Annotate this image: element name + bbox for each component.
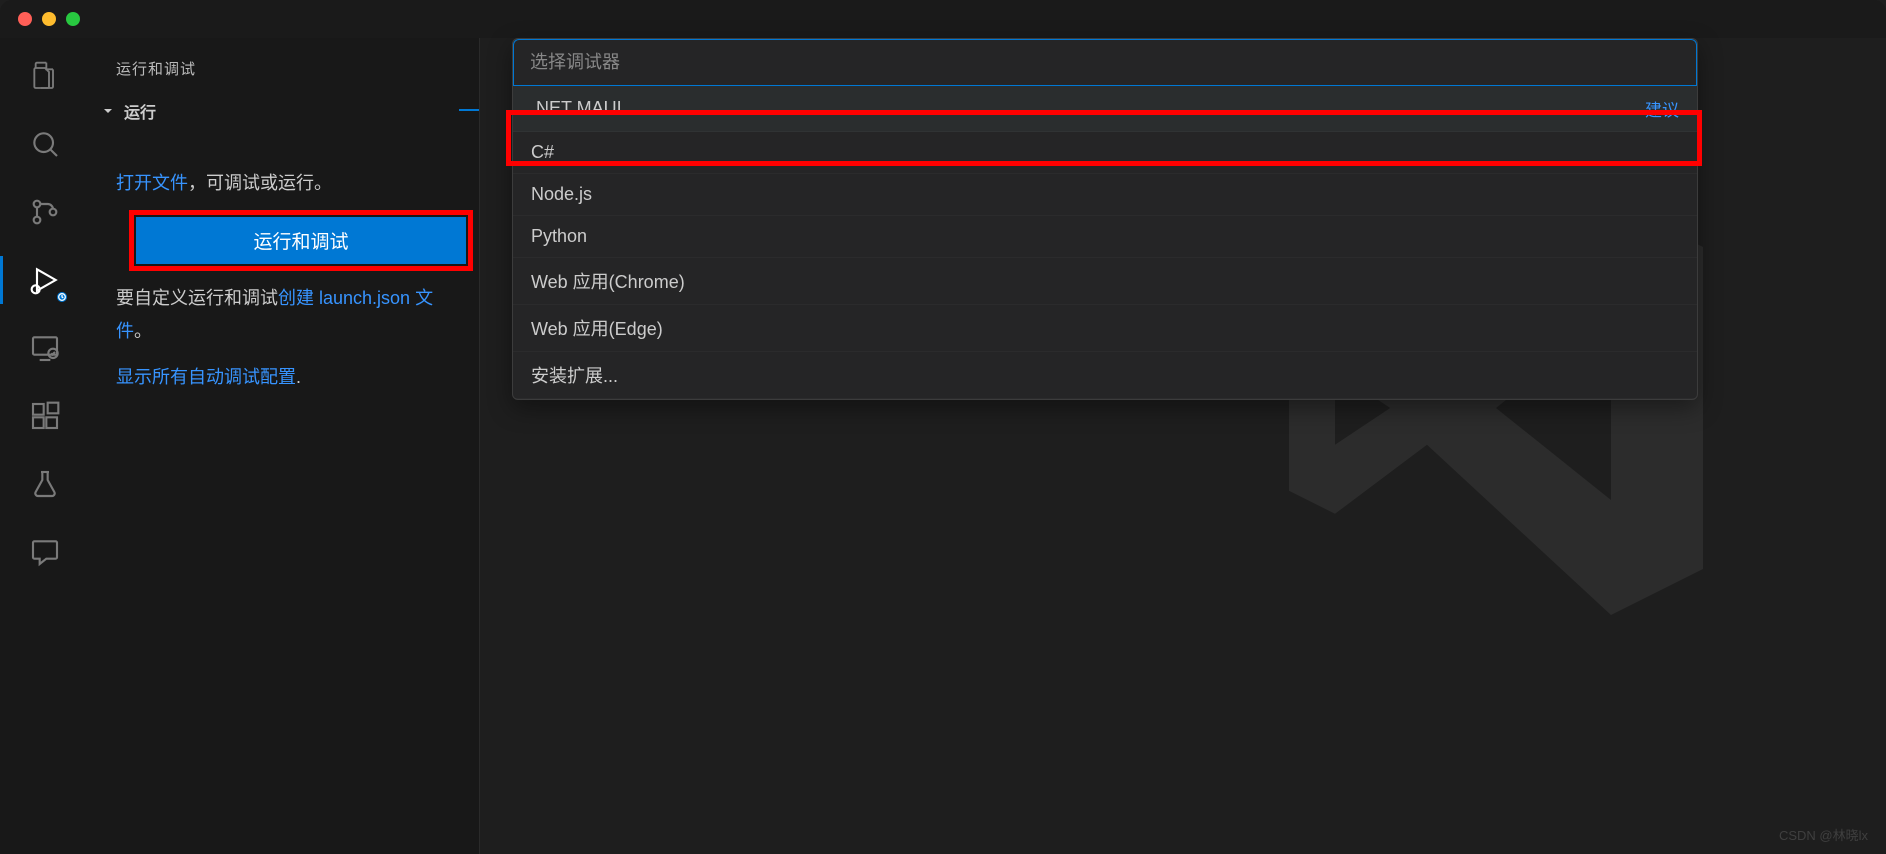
debugger-quick-picker: .NET MAUI 建议 C# Node.js Python Web 应用(Ch… <box>512 38 1698 400</box>
picker-item-net-maui[interactable]: .NET MAUI 建议 <box>513 86 1697 132</box>
testing-icon[interactable] <box>27 466 63 502</box>
show-all-period: . <box>296 367 301 387</box>
picker-item-label: .NET MAUI <box>531 98 622 119</box>
debugger-picker-list: .NET MAUI 建议 C# Node.js Python Web 应用(Ch… <box>513 86 1697 399</box>
customize-paragraph: 要自定义运行和调试创建 launch.json 文件。 <box>116 282 453 347</box>
picker-item-label: 安装扩展... <box>531 362 618 388</box>
titlebar <box>0 0 1886 38</box>
extensions-icon[interactable] <box>27 398 63 434</box>
customize-prefix: 要自定义运行和调试 <box>116 288 278 308</box>
search-icon[interactable] <box>27 126 63 162</box>
activity-bar <box>0 38 90 854</box>
picker-item-label: Web 应用(Edge) <box>531 315 663 341</box>
run-debug-sidebar: 运行和调试 运行 打开文件，可调试或运行。 运行和调试 要自定义运行和调试创建 … <box>90 38 480 854</box>
comments-icon[interactable] <box>27 534 63 570</box>
credit-watermark: CSDN @林晓lx <box>1779 825 1868 844</box>
explorer-icon[interactable] <box>27 58 63 94</box>
picker-item-python[interactable]: Python <box>513 216 1697 258</box>
show-all-configs-link[interactable]: 显示所有自动调试配置 <box>116 367 296 387</box>
picker-item-install-extension[interactable]: 安装扩展... <box>513 352 1697 399</box>
picker-item-label: Web 应用(Chrome) <box>531 268 685 294</box>
picker-item-hint: 建议 <box>1645 96 1679 121</box>
section-label: 运行 <box>124 99 156 123</box>
window-minimize-button[interactable] <box>42 12 56 26</box>
picker-item-label: C# <box>531 142 554 163</box>
open-file-link[interactable]: 打开文件 <box>116 173 188 193</box>
run-and-debug-button[interactable]: 运行和调试 <box>136 217 466 264</box>
open-file-paragraph: 打开文件，可调试或运行。 <box>116 167 453 199</box>
picker-item-nodejs[interactable]: Node.js <box>513 174 1697 216</box>
sidebar-title: 运行和调试 <box>90 50 479 93</box>
source-control-icon[interactable] <box>27 194 63 230</box>
picker-item-web-edge[interactable]: Web 应用(Edge) <box>513 305 1697 352</box>
window-maximize-button[interactable] <box>66 12 80 26</box>
chevron-down-icon <box>100 103 116 119</box>
run-section-header[interactable]: 运行 <box>90 93 479 131</box>
picker-item-csharp[interactable]: C# <box>513 132 1697 174</box>
debug-badge-icon <box>55 290 69 304</box>
period: 。 <box>134 321 152 341</box>
window-close-button[interactable] <box>18 12 32 26</box>
picker-item-web-chrome[interactable]: Web 应用(Chrome) <box>513 258 1697 305</box>
remote-explorer-icon[interactable] <box>27 330 63 366</box>
open-file-suffix: ，可调试或运行。 <box>188 173 332 193</box>
run-debug-icon[interactable] <box>27 262 63 298</box>
debugger-picker-input[interactable] <box>524 48 1686 77</box>
picker-item-label: Node.js <box>531 184 592 205</box>
picker-item-label: Python <box>531 226 587 247</box>
